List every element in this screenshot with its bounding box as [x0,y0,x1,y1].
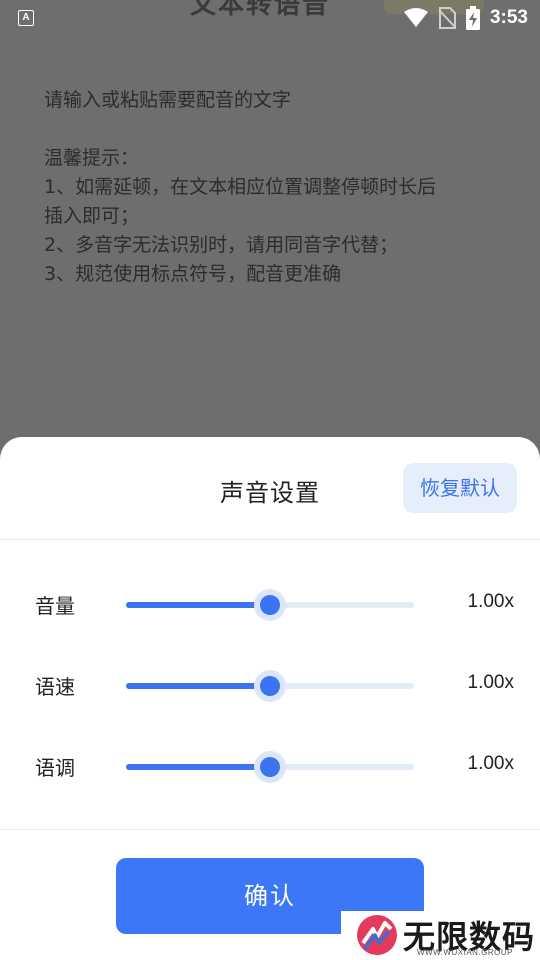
speed-slider[interactable] [126,670,414,702]
slider-thumb[interactable] [254,670,286,702]
editor-line-blank [44,115,504,144]
battery-charging-icon [465,6,480,30]
clock: 3:53 [489,7,528,28]
editor-line: 插入即可； [44,205,140,227]
editor-line: 温馨提示： [44,147,140,169]
slider-label: 语速 [35,675,75,699]
editor-line: 3、规范使用标点符号，配音更准确 [44,263,342,285]
slider-row-volume: 音量 1.00x [0,574,540,634]
slider-thumb[interactable] [254,589,286,621]
slider-row-pitch: 语调 1.00x [0,736,540,796]
divider [0,539,540,540]
divider [0,829,540,830]
slider-thumb[interactable] [254,751,286,783]
slider-value: 1.00x [467,753,514,774]
volume-slider[interactable] [126,589,414,621]
voice-settings-sheet: 声音设置 恢复默认 音量 1.00x 语速 1.00x 语调 1.00x 确认 [0,437,540,960]
wifi-icon [403,8,428,27]
text-editor[interactable]: 请输入或粘贴需要配音的文字 温馨提示： 1、如需延顿，在文本相应位置调整停顿时长… [44,86,504,289]
slider-fill [126,602,270,608]
watermark: 无限数码 WWW.WUXIAN.GROUP [341,911,540,960]
status-bar: A 3:53 [0,0,540,36]
pitch-slider[interactable] [126,751,414,783]
slider-fill [126,683,270,689]
watermark-subtext: WWW.WUXIAN.GROUP [417,948,513,957]
slider-fill [126,764,270,770]
wuxian-logo-icon [357,915,397,955]
font-a-icon: A [18,10,34,26]
reset-default-button[interactable]: 恢复默认 [403,463,517,513]
editor-line: 请输入或粘贴需要配音的文字 [44,89,292,111]
slider-label: 音量 [35,594,75,618]
editor-line: 2、多音字无法识别时，请用同音字代替； [44,234,399,256]
slider-row-speed: 语速 1.00x [0,655,540,715]
no-sim-icon [438,7,456,29]
slider-value: 1.00x [467,591,514,612]
slider-value: 1.00x [467,672,514,693]
editor-line: 1、如需延顿，在文本相应位置调整停顿时长后 [44,176,437,198]
slider-label: 语调 [35,756,75,780]
